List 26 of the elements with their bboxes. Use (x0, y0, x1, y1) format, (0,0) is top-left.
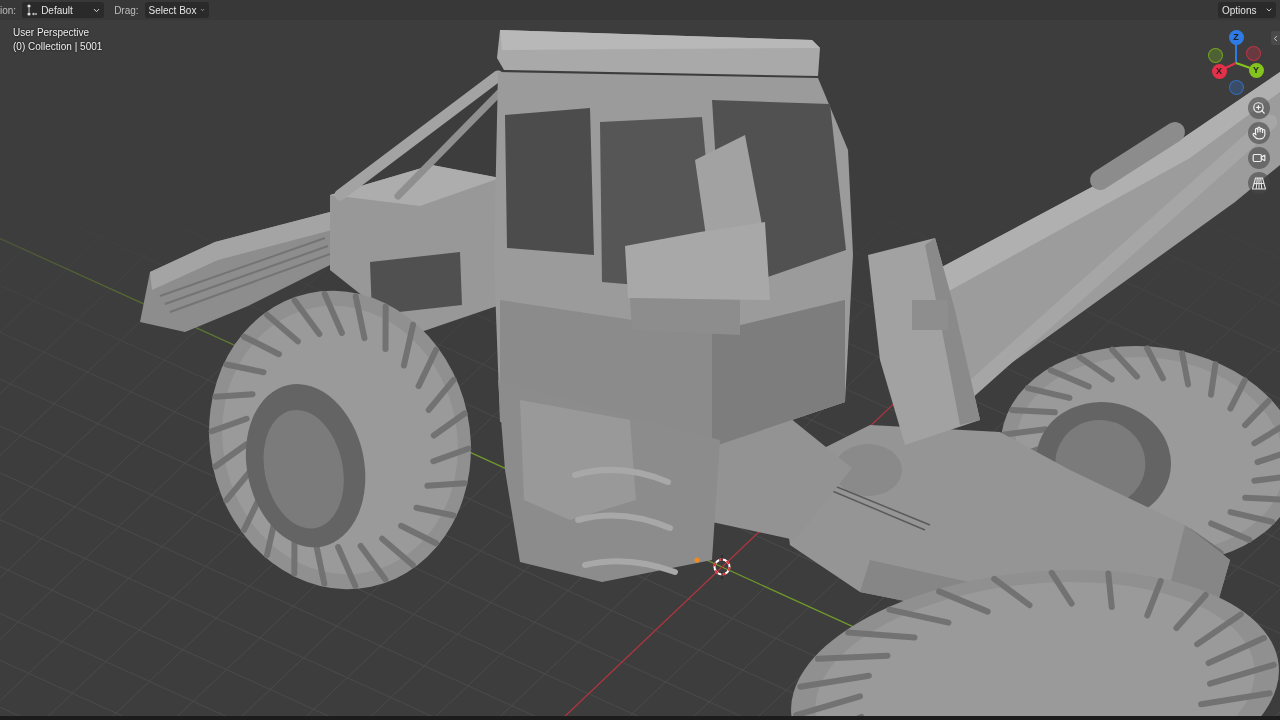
scene-info: (0) Collection | 5001 (13, 41, 103, 52)
sidebar-toggle[interactable] (1271, 31, 1280, 45)
axis-button[interactable]: Y (1248, 62, 1264, 78)
axis-button[interactable]: Z (1228, 29, 1244, 45)
orientation-dropdown[interactable]: Default (22, 2, 105, 18)
hand-icon (1252, 126, 1266, 140)
camera-view-button[interactable] (1248, 147, 1270, 169)
drag-dropdown[interactable]: Select Box (144, 2, 209, 18)
drag-label: Drag: (114, 4, 139, 16)
zoom-in-icon (1252, 101, 1266, 115)
perspective-grid-icon (1252, 176, 1266, 190)
chevron-down-icon (1265, 6, 1273, 14)
chevron-left-icon (1271, 33, 1280, 43)
3d-cursor-icon (713, 554, 731, 580)
chevron-down-icon (200, 6, 206, 14)
origin-dot-icon (694, 557, 700, 563)
view-name: User Perspective (13, 27, 91, 38)
video-camera-icon (1252, 151, 1266, 165)
orientation-label: ion: (0, 4, 17, 16)
negative-axis-icon[interactable] (1207, 47, 1223, 63)
perspective-toggle-button[interactable] (1248, 172, 1270, 194)
axis-button[interactable]: X (1211, 63, 1227, 79)
orientation-icon (26, 4, 38, 16)
zoom-button[interactable] (1248, 97, 1270, 119)
pan-button[interactable] (1248, 122, 1270, 144)
options-dropdown[interactable]: Options (1218, 2, 1276, 18)
